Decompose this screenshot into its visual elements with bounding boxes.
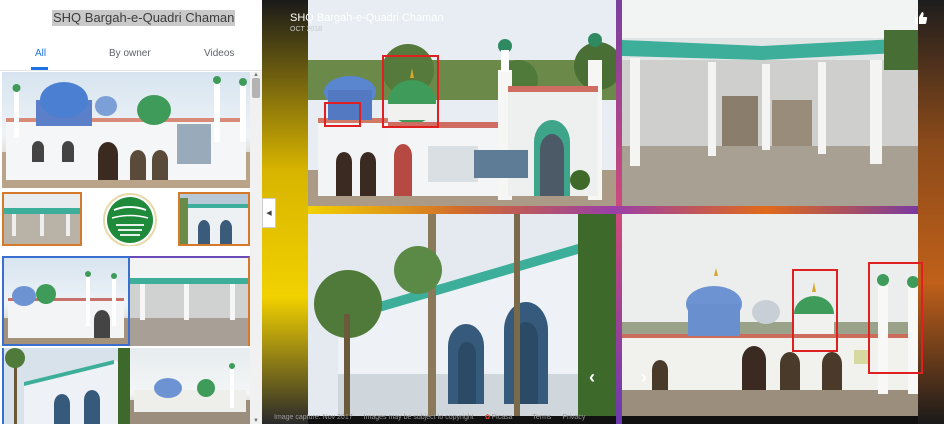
chevron-left-icon[interactable]: ‹ [589,368,595,386]
viewer-photo-courtyard [622,0,918,206]
photo-thumbnail[interactable] [130,348,250,424]
privacy-link[interactable]: Privacy [562,414,585,421]
tab-all[interactable]: All [35,48,46,59]
tab-videos[interactable]: Videos [204,48,234,59]
annotation-box [324,102,361,127]
collapse-panel-button[interactable]: ◀ [262,198,276,228]
scroll-thumb[interactable] [252,78,260,98]
terms-link[interactable]: Terms [532,414,551,421]
viewer-title: SHQ Bargah-e-Quadri Chaman [290,12,444,24]
annotation-box [382,55,439,128]
arches-photo [180,194,248,244]
chevron-right-icon[interactable]: › [641,368,647,386]
courtyard-photo [4,194,80,244]
collapse-icon: ◀ [266,210,272,217]
image-capture-date: Image capture: Nov 2017 [274,414,353,421]
photo-grid [0,72,250,424]
tab-by-owner[interactable]: By owner [109,48,151,59]
annotation-box [868,262,923,374]
photo-thumbnail[interactable] [86,192,174,246]
annotation-box [792,269,838,352]
active-tab-indicator [31,67,48,70]
viewer-photo-wall [308,214,616,416]
scroll-down-icon[interactable]: ▼ [253,418,259,424]
photo-viewer: SHQ Bargah-e-Quadri Chaman OCT 2018 ‹ › … [262,0,944,424]
place-header: SHQ Bargah-e-Quadri Chaman [0,0,262,40]
photo-thumbnail[interactable] [2,348,130,424]
green-emblem-photo [103,193,157,246]
photo-thumbnail[interactable] [2,256,130,346]
picasa-brand[interactable]: ✿Picasa [485,414,522,421]
copyright-notice: Images may be subject to copyright [363,414,474,421]
photo-thumbnail[interactable] [130,256,250,346]
white-wall-photo [4,348,130,424]
collage-divider [308,206,918,214]
thumbs-up-icon[interactable] [914,11,928,30]
mosque-photo [2,76,250,188]
side-panel: SHQ Bargah-e-Quadri Chaman All By owner … [0,0,263,424]
photo-tabs: All By owner Videos [0,42,262,71]
photo-thumbnail[interactable] [178,192,250,246]
mosque-wide-photo [130,363,250,424]
photo-thumbnail[interactable] [2,192,82,246]
mosque-side-photo [4,271,128,344]
photo-thumbnail[interactable] [2,72,250,188]
place-title: SHQ Bargah-e-Quadri Chaman [52,10,236,26]
corridor-photo [130,258,248,346]
viewer-date: OCT 2018 [290,26,323,33]
viewer-footer: Image capture: Nov 2017 Images may be su… [274,413,594,421]
viewer-header: SHQ Bargah-e-Quadri Chaman OCT 2018 [290,12,443,33]
thumbnail-scrollbar[interactable]: ▲ ▼ [250,72,262,424]
picasa-logo-icon: ✿ [484,414,491,421]
